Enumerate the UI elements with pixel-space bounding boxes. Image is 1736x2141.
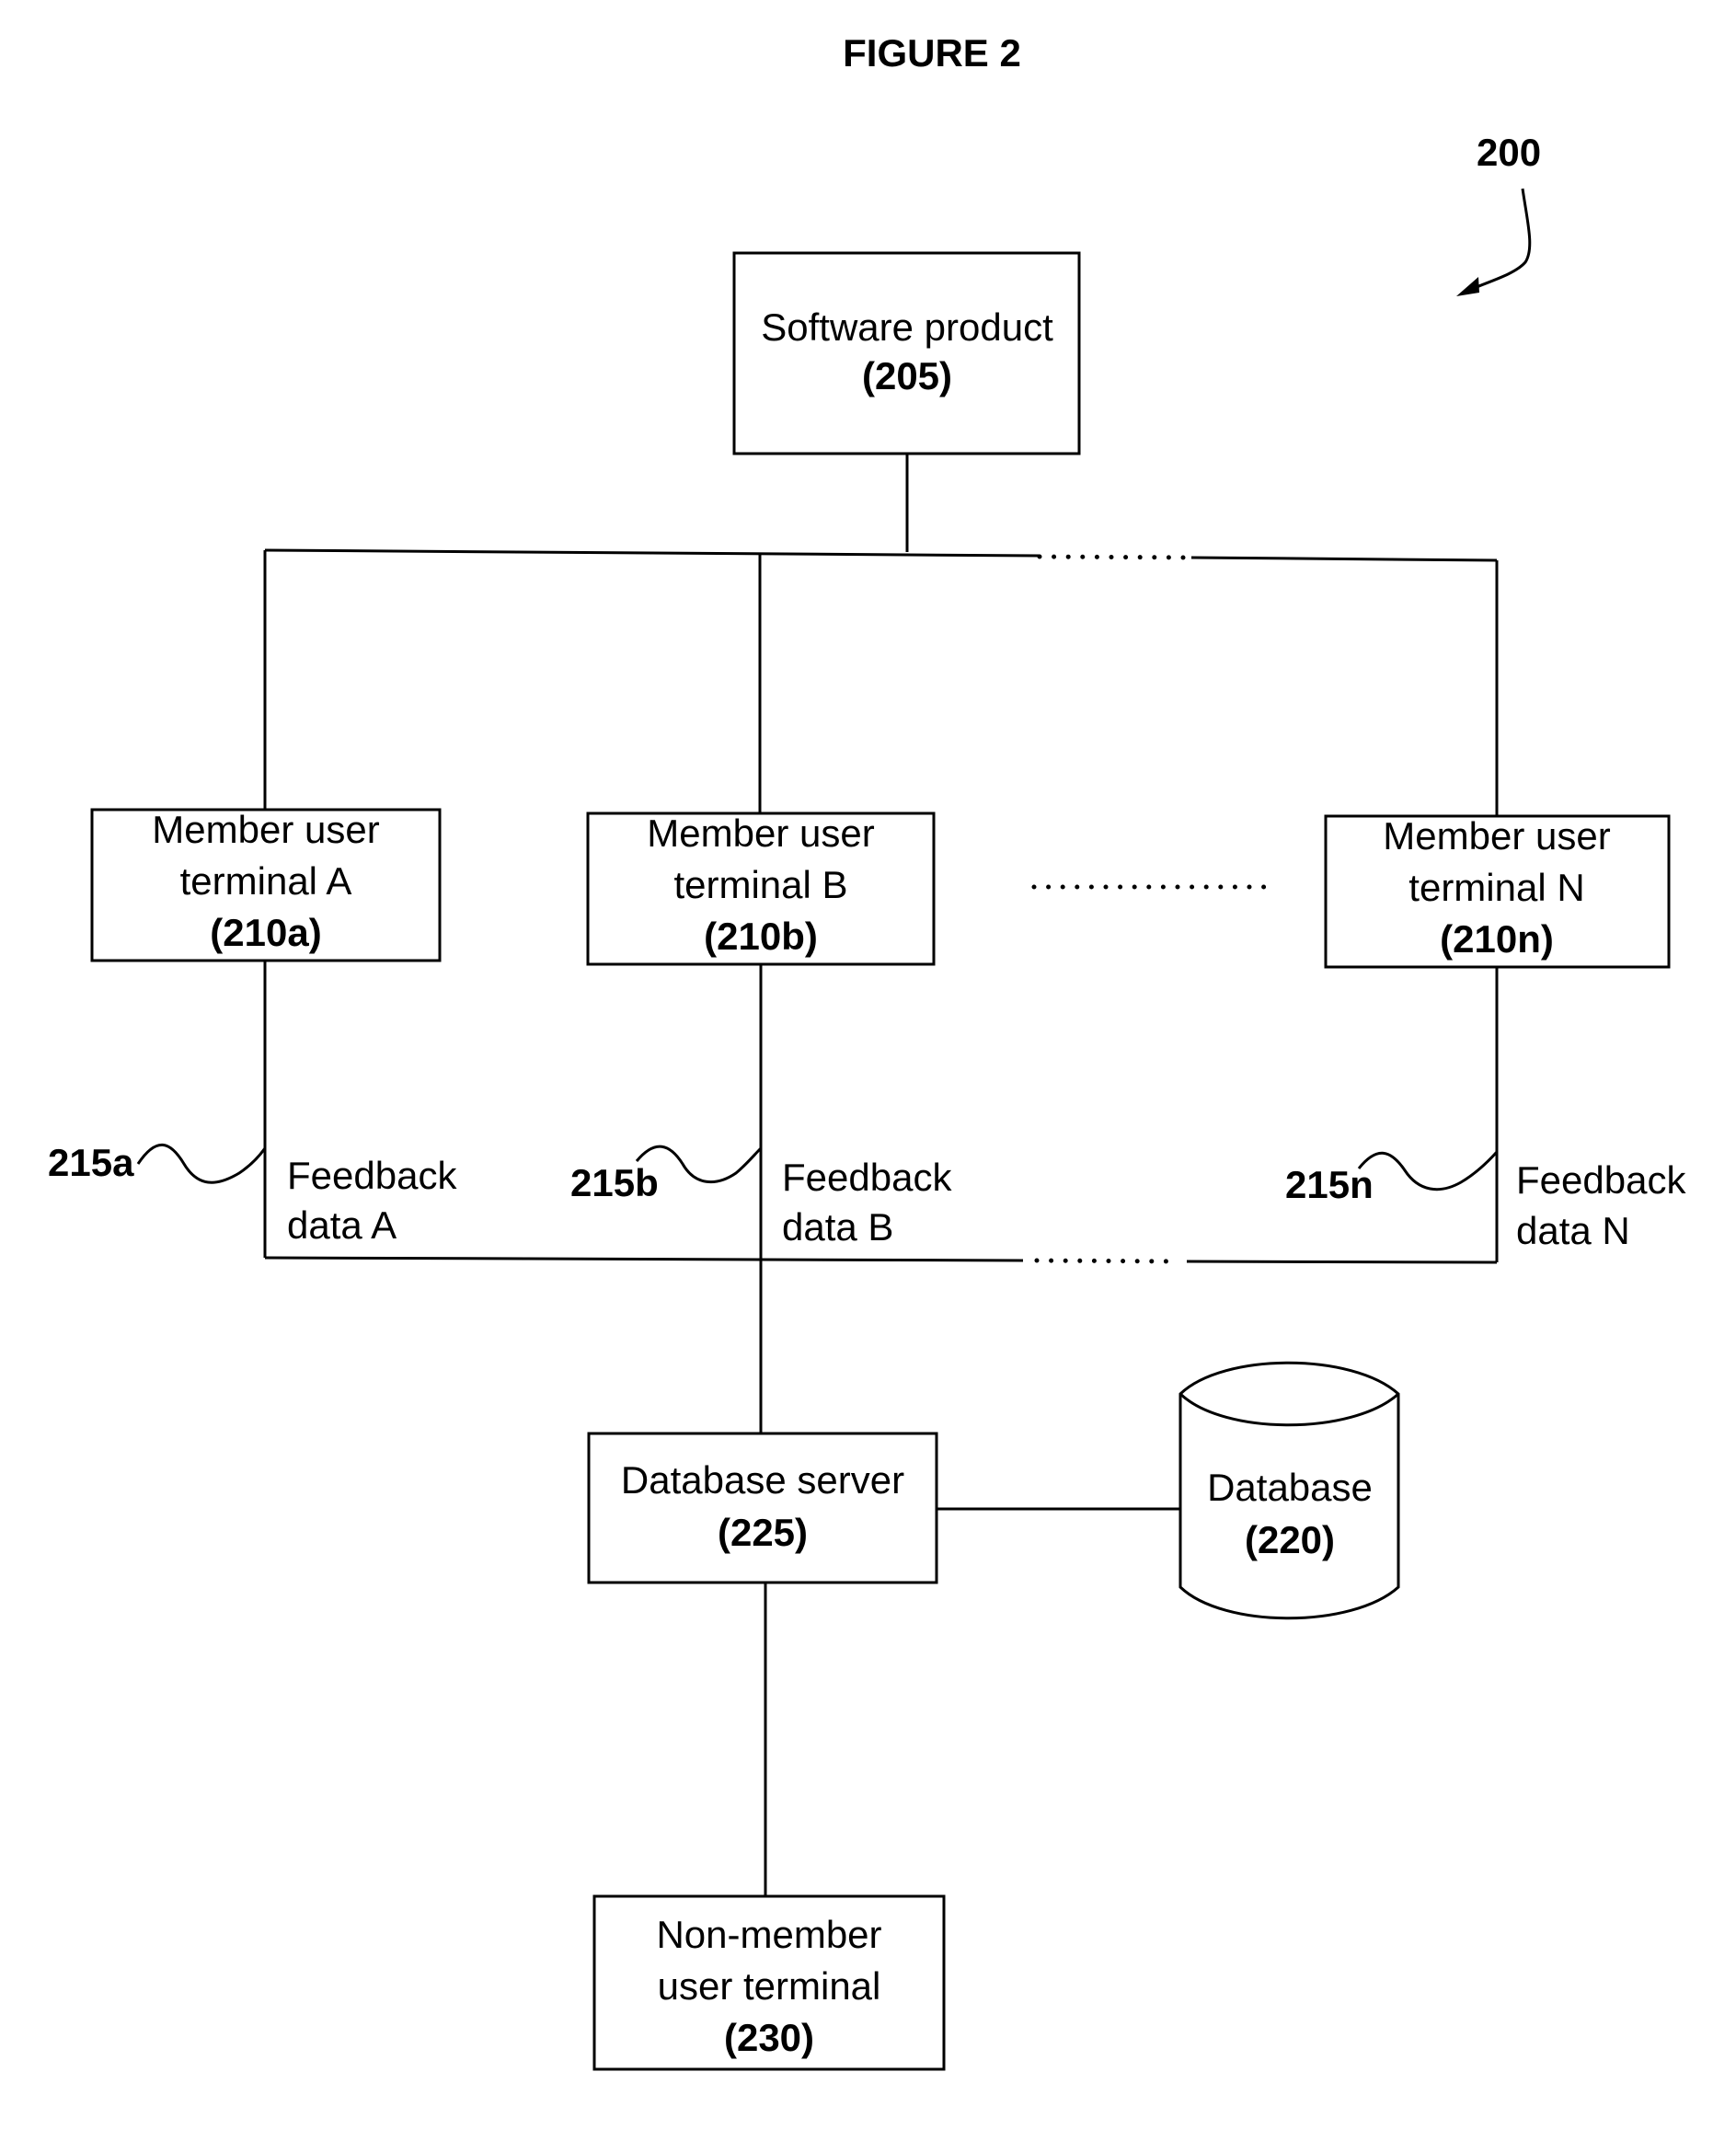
leader-squiggle-icon bbox=[136, 1143, 267, 1184]
figure-reference-label: 200 bbox=[1477, 131, 1541, 174]
node-software-product: Software product (205) bbox=[732, 251, 1081, 455]
feedback-reference-tag: 215b bbox=[570, 1161, 659, 1204]
node-label-line2: terminal B bbox=[673, 863, 847, 906]
node-label-line2: user terminal bbox=[658, 1964, 881, 2008]
feedback-n: 215n Feedback data N bbox=[1285, 1158, 1686, 1252]
feedback-label-line2: data B bbox=[782, 1205, 893, 1249]
node-terminal-n: Member user terminal N (210n) bbox=[1324, 814, 1671, 969]
node-reference: (230) bbox=[724, 2016, 814, 2059]
leader-squiggle-n-icon bbox=[1357, 1150, 1499, 1191]
node-reference: (225) bbox=[718, 1511, 808, 1554]
top-bus-solid bbox=[264, 548, 1040, 558]
feedback-label-line2: data N bbox=[1516, 1209, 1630, 1252]
feedback-label-line2: data A bbox=[287, 1203, 397, 1247]
node-label: Software product bbox=[761, 305, 1053, 349]
node-terminal-b: Member user terminal B (210b) bbox=[586, 812, 936, 966]
node-reference: (205) bbox=[862, 354, 952, 397]
feedback-bus-solid-right bbox=[1186, 1260, 1498, 1264]
reference-arrow-icon bbox=[1464, 188, 1532, 294]
node-label: Non-member bbox=[656, 1913, 881, 1956]
node-label: Member user bbox=[647, 812, 874, 855]
node-reference: (210b) bbox=[704, 915, 818, 958]
node-label: Database server bbox=[621, 1458, 904, 1502]
top-bus-solid-right bbox=[1190, 556, 1498, 562]
node-label: Member user bbox=[152, 808, 379, 851]
node-reference: (210a) bbox=[210, 911, 321, 954]
feedback-label: Feedback bbox=[287, 1154, 457, 1197]
node-reference: (220) bbox=[1245, 1518, 1335, 1561]
node-label-line2: terminal A bbox=[180, 859, 352, 903]
node-reference: (210n) bbox=[1440, 917, 1554, 961]
figure-title: FIGURE 2 bbox=[843, 31, 1021, 75]
feedback-label: Feedback bbox=[1516, 1158, 1686, 1202]
feedback-bus-ellipsis bbox=[1034, 1258, 1178, 1264]
top-bus-ellipsis bbox=[1037, 554, 1190, 560]
node-non-member-terminal: Non-member user terminal (230) bbox=[592, 1894, 946, 2071]
node-database-server: Database server (225) bbox=[587, 1432, 938, 1584]
feedback-reference-tag: 215n bbox=[1285, 1163, 1374, 1206]
feedback-bus-solid bbox=[264, 1256, 1024, 1262]
reference-arrowhead-icon bbox=[1456, 277, 1479, 296]
system-diagram: FIGURE 2 200 Software product (205) Memb… bbox=[48, 31, 1686, 2071]
node-database: Database (220) bbox=[1178, 1361, 1400, 1620]
node-label: Member user bbox=[1383, 814, 1610, 858]
node-label-line2: terminal N bbox=[1408, 866, 1584, 909]
feedback-label: Feedback bbox=[782, 1156, 952, 1199]
feedback-a: 215a Feedback data A bbox=[48, 1141, 457, 1247]
feedback-reference-tag: 215a bbox=[48, 1141, 134, 1184]
node-terminal-a: Member user terminal A (210a) bbox=[90, 808, 442, 962]
node-label: Database bbox=[1207, 1466, 1373, 1509]
